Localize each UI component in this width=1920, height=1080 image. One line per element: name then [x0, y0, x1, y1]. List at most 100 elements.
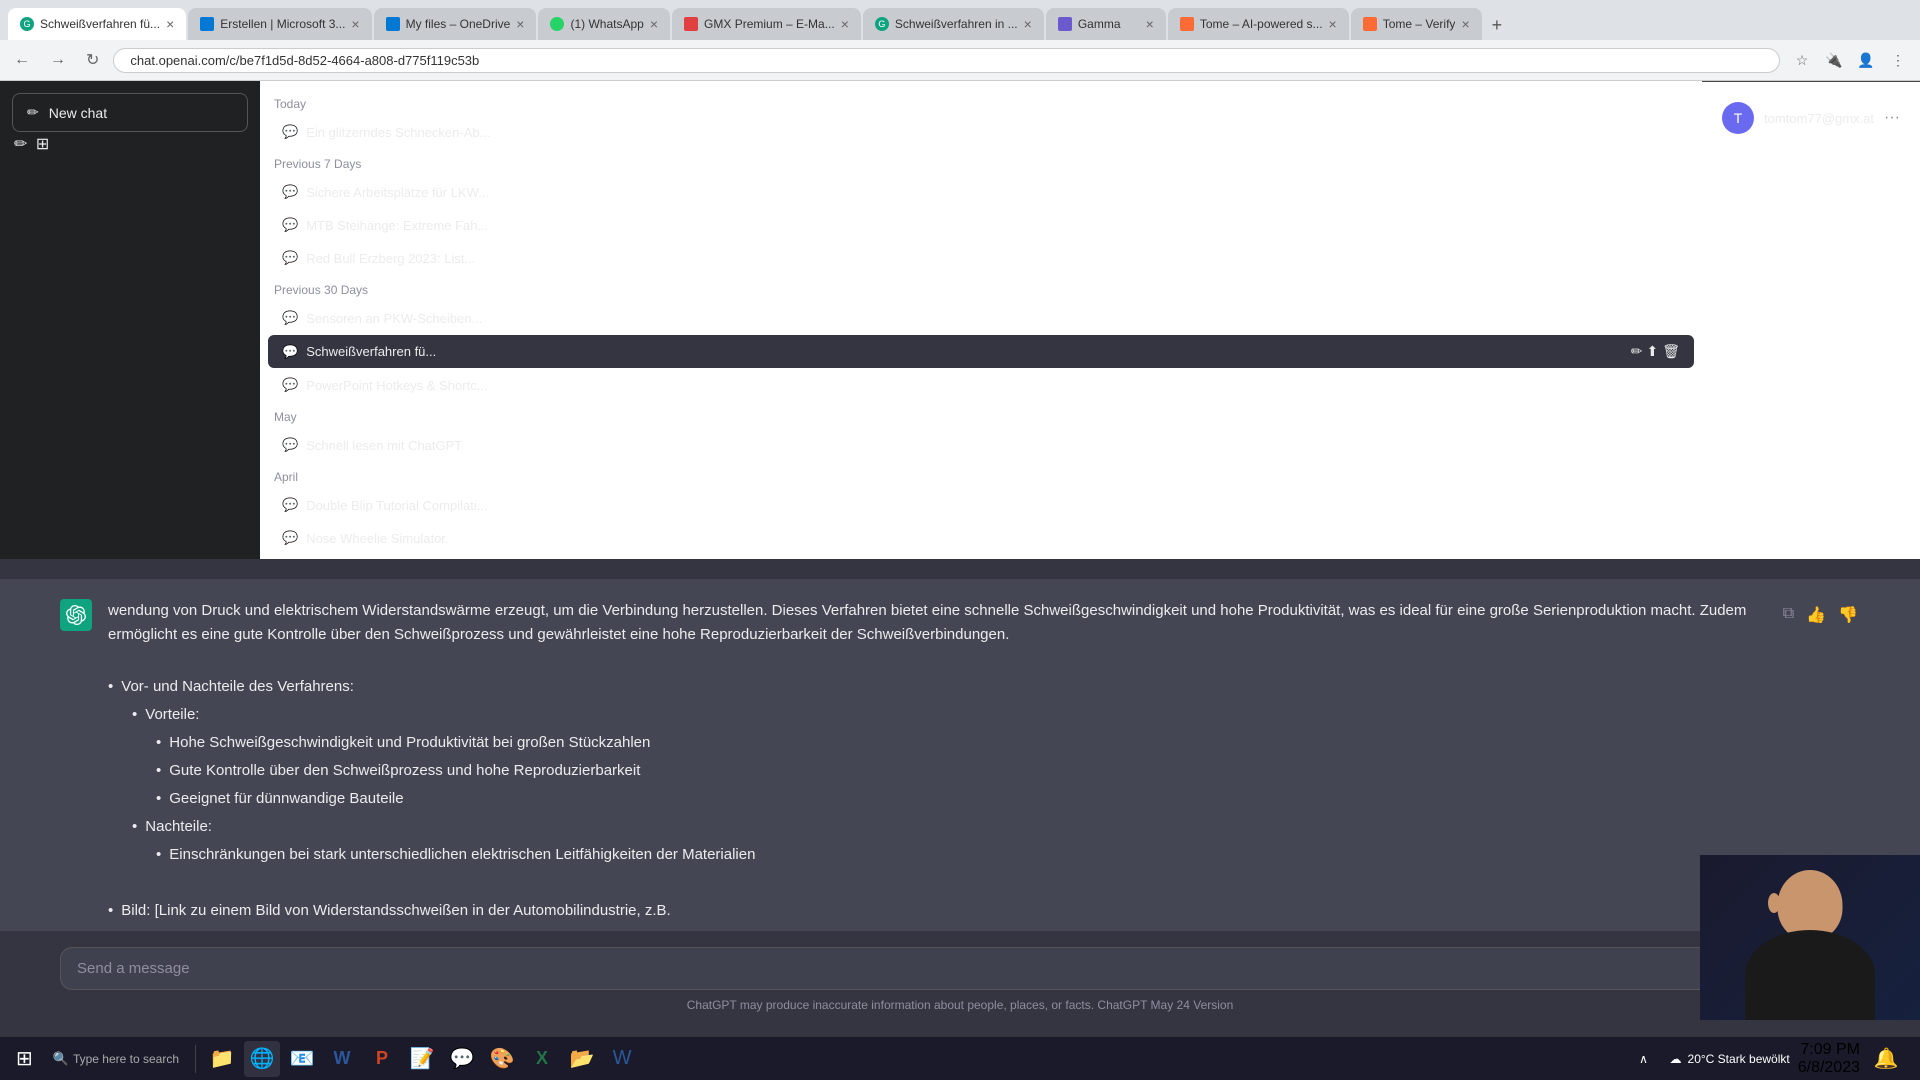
taskbar-powerpoint[interactable]: P: [364, 1041, 400, 1077]
disclaimer-text: ChatGPT may produce inaccurate informati…: [687, 998, 1094, 1012]
tab-label-2: Erstellen | Microsoft 3...: [220, 17, 345, 31]
tab-close-5[interactable]: ×: [841, 16, 849, 32]
tab-favicon-6: G: [875, 17, 889, 31]
sidebar-item-text: Schnell lesen mit ChatGPT: [306, 438, 1680, 453]
tab-close-7[interactable]: ×: [1146, 16, 1154, 32]
sidebar-item-text: Red Bull Erzberg 2023: List...: [306, 251, 1680, 266]
chat-item-icon: 💬: [282, 310, 298, 326]
sidebar-item-powerpoint[interactable]: 💬 PowerPoint Hotkeys & Shortc...: [268, 369, 1694, 401]
taskbar-chrome[interactable]: 🌐: [244, 1041, 280, 1077]
tab-onedrive[interactable]: My files – OneDrive ×: [374, 8, 537, 40]
chat-area: wendung von Druck und elektrischem Wider…: [0, 559, 1920, 1037]
chat-item-icon: 💬: [282, 250, 298, 266]
weather-info: ☁ 20°C Stark bewölkt: [1670, 1052, 1790, 1066]
tab-schweissverfahren2[interactable]: G Schweißverfahren in ... ×: [863, 8, 1044, 40]
sidebar-item-schnecken[interactable]: 💬 Ein glitzerndes Schnecken-Ab...: [268, 116, 1694, 148]
taskbar-file-explorer[interactable]: 📁: [204, 1041, 240, 1077]
taskbar-search[interactable]: 🔍 Type here to search: [45, 1041, 187, 1077]
taskbar-word[interactable]: W: [324, 1041, 360, 1077]
edit-icon[interactable]: ✏: [12, 132, 29, 156]
tab-favicon-5: [684, 17, 698, 31]
copy-button[interactable]: ⧉: [1781, 603, 1796, 625]
thumbdown-button[interactable]: 👎: [1836, 603, 1860, 627]
forward-button[interactable]: →: [44, 47, 72, 73]
sidebar-item-nosewheeli[interactable]: 💬 Nose Wheelie Simulator.: [268, 522, 1694, 554]
chat-item-icon: 💬: [282, 530, 298, 546]
sidebar-layout-icon[interactable]: ⊞: [34, 132, 51, 156]
reload-button[interactable]: ↻: [80, 46, 105, 74]
tab-close-8[interactable]: ×: [1329, 16, 1337, 32]
sidebar-item-text: Nose Wheelie Simulator.: [306, 531, 1680, 546]
bullet-bild: • Bild: [Link zu einem Bild von Widersta…: [108, 899, 1765, 923]
chat-item-icon: 💬: [282, 124, 298, 140]
sidebar-item-text: Ein glitzerndes Schnecken-Ab...: [306, 125, 1680, 140]
weather-icon: ☁: [1670, 1052, 1682, 1066]
new-chat-button[interactable]: ✏ New chat: [12, 93, 248, 132]
sidebar-header: ✏ New chat ✏ ⊞: [0, 81, 260, 168]
sidebar-item-arbeitsplaetze[interactable]: 💬 Sichere Arbeitsplätze für LKW...: [268, 176, 1694, 208]
tab-favicon-3: [386, 17, 400, 31]
taskbar-notification[interactable]: 🔔: [1868, 1041, 1904, 1077]
tab-close-6[interactable]: ×: [1024, 16, 1032, 32]
user-more-icon[interactable]: ···: [1884, 109, 1900, 127]
tab-tome1[interactable]: Tome – AI-powered s... ×: [1168, 8, 1349, 40]
sidebar-item-schweiss[interactable]: 💬 Schweißverfahren fü... ✏ ⬆ 🗑: [268, 335, 1694, 368]
taskbar-sys-area: ∧ ☁ 20°C Stark bewölkt 7:09 PM 6/8/2023 …: [1618, 1041, 1912, 1077]
pencil-icon[interactable]: ✏: [1631, 343, 1643, 360]
start-button[interactable]: ⊞: [8, 1042, 41, 1075]
tab-favicon-7: [1058, 17, 1072, 31]
tab-gamma[interactable]: Gamma ×: [1046, 8, 1166, 40]
sidebar-item-text: Double Blip Tutorial Compilati...: [306, 498, 1680, 513]
settings-icon[interactable]: ⋮: [1884, 46, 1912, 74]
chat-item-icon: 💬: [282, 497, 298, 513]
bullet-text: Bild: [Link zu einem Bild von Widerstand…: [121, 899, 670, 923]
taskbar-notepad[interactable]: 📝: [404, 1041, 440, 1077]
tab-close-4[interactable]: ×: [650, 16, 658, 32]
extension-icon[interactable]: 🔌: [1820, 46, 1848, 74]
chat-item-icon: 💬: [282, 437, 298, 453]
taskbar-paint[interactable]: 🎨: [484, 1041, 520, 1077]
tab-whatsapp[interactable]: (1) WhatsApp ×: [538, 8, 670, 40]
tab-close-1[interactable]: ×: [166, 16, 174, 32]
sub-bullet-3: • Geeignet für dünnwandige Bauteile: [156, 787, 1765, 811]
thumbup-button[interactable]: 👍: [1804, 603, 1828, 627]
browser-chrome: G Schweißverfahren fü... × Erstellen | M…: [0, 0, 1920, 81]
taskbar-arrow-up[interactable]: ∧: [1626, 1041, 1662, 1077]
user-info[interactable]: T tomtom77@gmx.at ···: [1714, 94, 1908, 142]
new-chat-label: New chat: [49, 105, 107, 121]
taskbar-files[interactable]: 📂: [564, 1041, 600, 1077]
tab-tome2[interactable]: Tome – Verify ×: [1351, 8, 1482, 40]
tab-favicon-1: G: [20, 17, 34, 31]
message-input[interactable]: [77, 960, 1809, 977]
share-icon[interactable]: ⬆: [1646, 343, 1658, 360]
back-button[interactable]: ←: [8, 47, 36, 73]
account-icon[interactable]: 👤: [1852, 46, 1880, 74]
tab-close-9[interactable]: ×: [1461, 16, 1469, 32]
tab-label-4: (1) WhatsApp: [570, 17, 643, 31]
sidebar-item-redbull[interactable]: 💬 Red Bull Erzberg 2023: List...: [268, 242, 1694, 274]
tab-schweissverfahren[interactable]: G Schweißverfahren fü... ×: [8, 8, 186, 40]
taskbar-excel[interactable]: X: [524, 1041, 560, 1077]
chat-item-icon: 💬: [282, 344, 298, 360]
taskbar-winword[interactable]: W: [604, 1041, 640, 1077]
video-person: [1700, 855, 1920, 1020]
delete-icon[interactable]: 🗑: [1662, 343, 1680, 360]
address-bar[interactable]: [113, 48, 1780, 73]
sidebar-item-sensoren[interactable]: 💬 Sensoren an PKW-Scheiben...: [268, 302, 1694, 334]
tab-close-2[interactable]: ×: [351, 16, 359, 32]
sidebar-item-mtb[interactable]: 💬 MTB Steihänge: Extreme Fah...: [268, 209, 1694, 241]
tab-gmx[interactable]: GMX Premium – E-Ma... ×: [672, 8, 861, 40]
sidebar-item-schnelllesen[interactable]: 💬 Schnell lesen mit ChatGPT: [268, 429, 1694, 461]
sub-bullet-1: • Hohe Schweißgeschwindigkeit und Produk…: [156, 731, 1765, 755]
tab-microsoft[interactable]: Erstellen | Microsoft 3... ×: [188, 8, 371, 40]
bookmark-icon[interactable]: ☆: [1788, 46, 1816, 74]
bullet-vorteile-1: • Vorteile:: [132, 703, 1765, 727]
tab-close-3[interactable]: ×: [516, 16, 524, 32]
new-tab-button[interactable]: +: [1484, 11, 1511, 40]
taskbar-chat[interactable]: 💬: [444, 1041, 480, 1077]
sidebar-item-doubleblip[interactable]: 💬 Double Blip Tutorial Compilati...: [268, 489, 1694, 521]
taskbar-email[interactable]: 📧: [284, 1041, 320, 1077]
assistant-message: wendung von Druck und elektrischem Wider…: [0, 579, 1920, 932]
message-content: wendung von Druck und elektrischem Wider…: [108, 599, 1765, 932]
bullet-text: Gute Kontrolle über den Schweißprozess u…: [169, 759, 640, 783]
